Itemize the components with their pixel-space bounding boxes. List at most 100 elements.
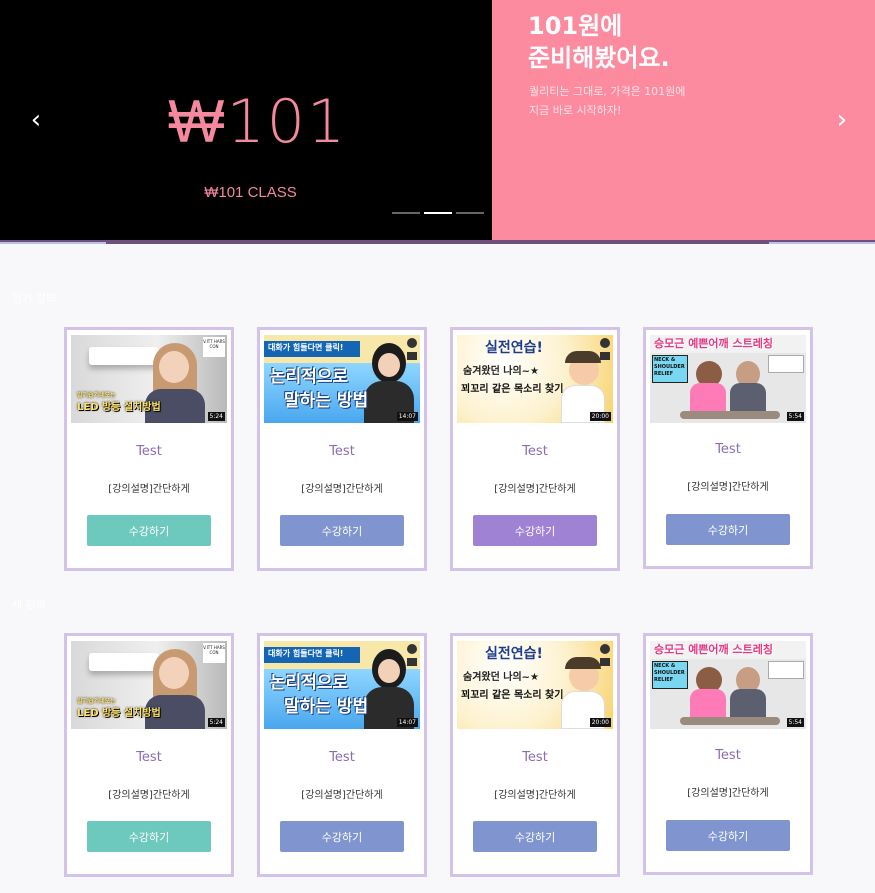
thumbnail-caption: NECK & SHOULDER RELIEF (654, 663, 685, 683)
thumbnail-headline: 실전연습! (485, 340, 543, 356)
course-description: [강의설명]간단하게 (108, 484, 190, 495)
thumbnail-headline: 승모근 예쁜어깨 스트레칭 (654, 643, 773, 656)
carousel-dot[interactable] (392, 212, 420, 214)
brand-logo-subtitle: ₩101 CLASS (204, 184, 297, 201)
thumbnail-headline: 논리적으로 (270, 673, 349, 693)
watch-later-icon[interactable] (407, 644, 417, 654)
section-title: 새 강의 (12, 598, 46, 611)
watch-later-icon[interactable] (600, 644, 610, 654)
course-title[interactable]: Test (646, 748, 810, 763)
course-thumbnail[interactable]: 실전연습! 숨겨왔던 나의~★ 꾀꼬리 같은 목소리 찾기 20:00 (457, 335, 613, 423)
banner-divider-accent (769, 242, 875, 244)
course-grid: V.ITT HARS CON 일기습기네오는 LED 방등 설치방법 5:24 … (64, 633, 813, 877)
enroll-button[interactable]: 수강하기 (87, 821, 211, 852)
add-to-queue-icon[interactable] (407, 658, 417, 666)
course-thumbnail[interactable]: V.ITT HARS CON 일기습기네오는 LED 방등 설치방법 5:24 (71, 641, 227, 729)
thumbnail-caption: 숨겨왔던 나의~★ (463, 672, 540, 683)
enroll-button[interactable]: 수강하기 (666, 514, 790, 545)
add-to-queue-icon[interactable] (407, 352, 417, 360)
course-description: [강의설명]간단하게 (687, 482, 769, 493)
video-duration: 20:00 (589, 718, 611, 727)
course-card[interactable]: 대화가 힘들다면 클릭! 논리적으로 말하는 방법 14:07 Test [강의… (257, 327, 427, 571)
course-thumbnail[interactable]: 승모근 예쁜어깨 스트레칭 NECK & SHOULDER RELIEF 5:5… (650, 335, 806, 423)
add-to-queue-icon[interactable] (600, 658, 610, 666)
hero-description: 퀄리티는 그대로, 가격은 101원에 지금 바로 시작하자! (529, 82, 859, 120)
banner-divider (0, 240, 875, 244)
course-card[interactable]: V.ITT HARS CON 일기습기네오는 LED 방등 설치방법 5:24 … (64, 327, 234, 571)
course-card[interactable]: 실전연습! 숨겨왔던 나의~★ 꾀꼬리 같은 목소리 찾기 20:00 Test… (450, 633, 620, 877)
course-thumbnail[interactable]: 승모근 예쁜어깨 스트레칭 NECK & SHOULDER RELIEF 5:5… (650, 641, 806, 729)
brand-badge: V.ITT HARS CON (203, 337, 225, 357)
thumbnail-caption: 꾀꼬리 같은 목소리 찾기 (461, 384, 564, 395)
video-duration: 20:00 (589, 412, 611, 421)
thumbnail-caption: 일기습기네오는 (77, 698, 116, 705)
course-card[interactable]: 승모근 예쁜어깨 스트레칭 NECK & SHOULDER RELIEF 5:5… (643, 633, 813, 875)
video-duration: 14:07 (396, 412, 418, 421)
enroll-button[interactable]: 수강하기 (473, 515, 597, 546)
enroll-button[interactable]: 수강하기 (280, 821, 404, 852)
course-card[interactable]: 실전연습! 숨겨왔던 나의~★ 꾀꼬리 같은 목소리 찾기 20:00 Test… (450, 327, 620, 571)
hero-title-line: 101원에 (528, 12, 623, 40)
thumbnail-headline: 실전연습! (485, 646, 543, 662)
course-description: [강의설명]간단하게 (687, 788, 769, 799)
course-thumbnail[interactable]: 실전연습! 숨겨왔던 나의~★ 꾀꼬리 같은 목소리 찾기 20:00 (457, 641, 613, 729)
banner-image-panel: ₩101 ₩101 CLASS (0, 0, 492, 240)
video-duration: 5:24 (207, 412, 225, 421)
course-title[interactable]: Test (67, 750, 231, 765)
course-thumbnail[interactable]: 대화가 힘들다면 클릭! 논리적으로 말하는 방법 14:07 (264, 641, 420, 729)
course-description: [강의설명]간단하게 (494, 790, 576, 801)
thumbnail-tag: 대화가 힘들다면 클릭! (268, 649, 344, 658)
course-card[interactable]: 대화가 힘들다면 클릭! 논리적으로 말하는 방법 14:07 Test [강의… (257, 633, 427, 877)
watch-later-icon[interactable] (600, 338, 610, 348)
thumbnail-headline: 말하는 방법 (284, 391, 369, 411)
course-title[interactable]: Test (260, 750, 424, 765)
course-thumbnail[interactable]: 대화가 힘들다면 클릭! 논리적으로 말하는 방법 14:07 (264, 335, 420, 423)
enroll-button[interactable]: 수강하기 (473, 821, 597, 852)
add-to-queue-icon[interactable] (600, 352, 610, 360)
course-description: [강의설명]간단하게 (494, 484, 576, 495)
thumbnail-caption: 숨겨왔던 나의~★ (463, 366, 540, 377)
course-grid: V.ITT HARS CON 일기습기네오는 LED 방등 설치방법 5:24 … (64, 327, 813, 571)
course-title[interactable]: Test (67, 444, 231, 459)
watch-later-icon[interactable] (407, 338, 417, 348)
course-description: [강의설명]간단하게 (108, 790, 190, 801)
hero-title-line: 준비해봤어요. (528, 44, 670, 72)
thumbnail-headline: LED 방등 설치방법 (77, 402, 161, 413)
carousel-prev-icon[interactable]: ‹ (26, 107, 46, 133)
course-card[interactable]: 승모근 예쁜어깨 스트레칭 NECK & SHOULDER RELIEF 5:5… (643, 327, 813, 569)
thumbnail-headline: 논리적으로 (270, 367, 349, 387)
enroll-button[interactable]: 수강하기 (666, 820, 790, 851)
course-card[interactable]: V.ITT HARS CON 일기습기네오는 LED 방등 설치방법 5:24 … (64, 633, 234, 877)
enroll-button[interactable]: 수강하기 (280, 515, 404, 546)
enroll-button[interactable]: 수강하기 (87, 515, 211, 546)
hero-banner: ₩101 ₩101 CLASS 101원에 준비해봤어요. 퀄리티는 그대로, … (0, 0, 875, 240)
video-duration: 5:54 (786, 718, 804, 727)
course-description: [강의설명]간단하게 (301, 790, 383, 801)
banner-divider-accent (0, 242, 106, 244)
carousel-dot-active[interactable] (424, 212, 452, 214)
thumbnail-headline: LED 방등 설치방법 (77, 708, 161, 719)
course-title[interactable]: Test (646, 442, 810, 457)
thumbnail-headline: 승모근 예쁜어깨 스트레칭 (654, 337, 773, 350)
thumbnail-caption: 꾀꼬리 같은 목소리 찾기 (461, 690, 564, 701)
course-title[interactable]: Test (453, 444, 617, 459)
brand-badge: V.ITT HARS CON (203, 643, 225, 663)
course-thumbnail[interactable]: V.ITT HARS CON 일기습기네오는 LED 방등 설치방법 5:24 (71, 335, 227, 423)
section-title: 인기 강의 (12, 292, 56, 305)
thumbnail-headline: 말하는 방법 (284, 697, 369, 717)
thumbnail-caption: NECK & SHOULDER RELIEF (654, 357, 685, 377)
hero-desc-line: 퀄리티는 그대로, 가격은 101원에 (529, 85, 686, 98)
course-title[interactable]: Test (260, 444, 424, 459)
brand-logo: ₩101 (168, 87, 348, 157)
hero-desc-line: 지금 바로 시작하자! (529, 104, 622, 117)
carousel-next-icon[interactable]: › (832, 107, 852, 133)
carousel-dot[interactable] (456, 212, 484, 214)
course-description: [강의설명]간단하게 (301, 484, 383, 495)
hero-title: 101원에 준비해봤어요. (528, 10, 858, 74)
carousel-indicators (392, 212, 484, 214)
thumbnail-tag: 대화가 힘들다면 클릭! (268, 343, 344, 352)
course-title[interactable]: Test (453, 750, 617, 765)
video-duration: 5:24 (207, 718, 225, 727)
video-duration: 14:07 (396, 718, 418, 727)
thumbnail-caption: 일기습기네오는 (77, 392, 116, 399)
